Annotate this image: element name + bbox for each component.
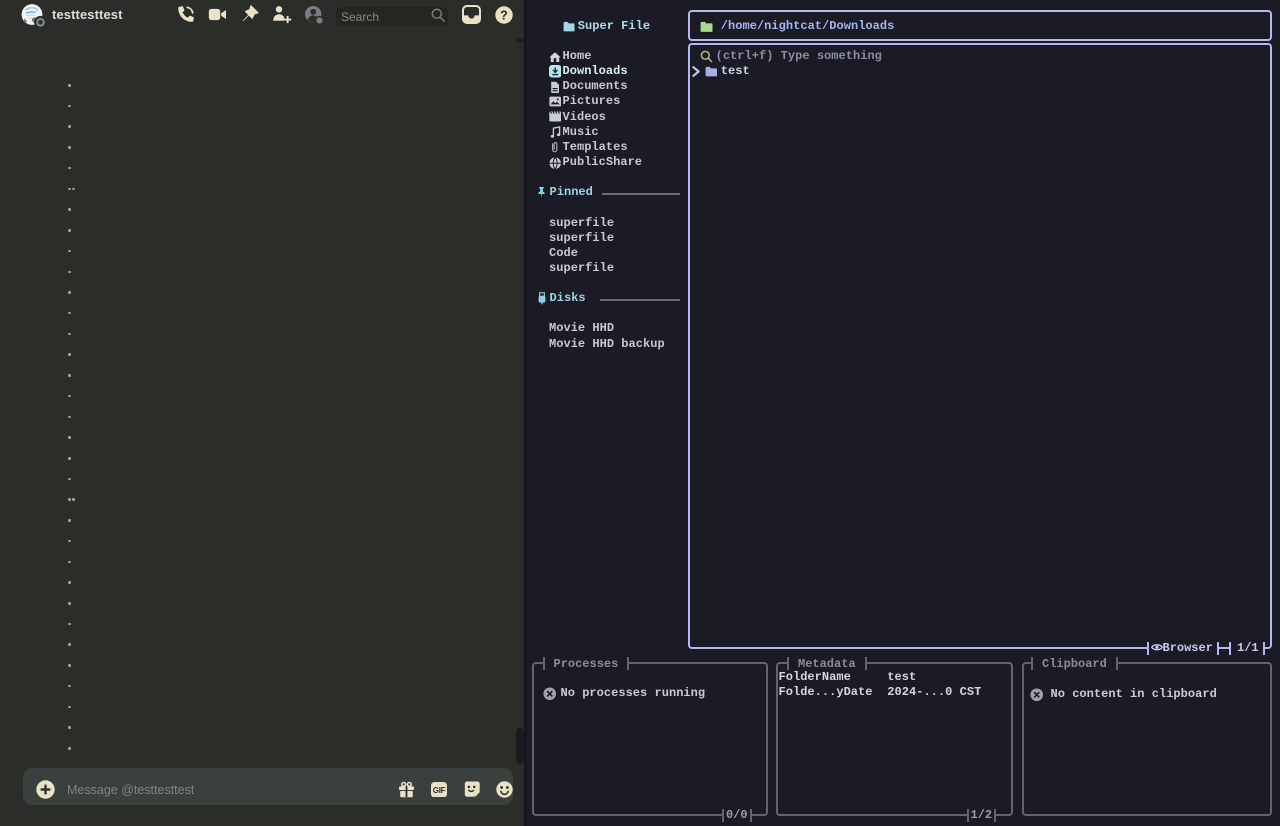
svg-text:?: ? [500, 8, 508, 22]
svg-text:GIF: GIF [433, 786, 446, 795]
